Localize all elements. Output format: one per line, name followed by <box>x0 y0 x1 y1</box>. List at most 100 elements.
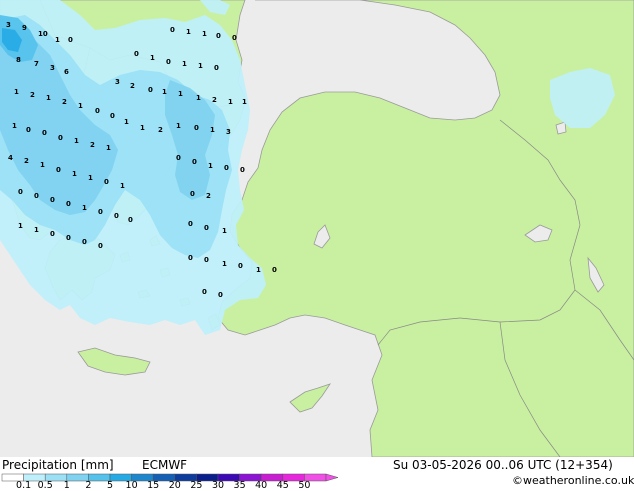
precip-value-label: 1 <box>182 60 187 68</box>
precip-value-label: 1 <box>210 126 215 134</box>
precip-value-label: 0 <box>214 64 219 72</box>
precip-value-label: 1 <box>208 162 213 170</box>
precip-value-label: 1 <box>74 137 79 145</box>
scale-tick-label: 40 <box>255 480 268 491</box>
scale-tick-label: 0.1 <box>16 480 32 491</box>
precip-value-label: 0 <box>240 166 245 174</box>
scale-tick-label: 45 <box>276 480 289 491</box>
precip-value-label: 0 <box>190 190 195 198</box>
precip-value-label: 0 <box>56 166 61 174</box>
footer-bar: Precipitation [mm] ECMWF Su 03-05-2026 0… <box>0 457 634 491</box>
precip-value-label: 10 <box>38 30 48 38</box>
scale-tick-label: 20 <box>168 480 181 491</box>
precip-value-label: 2 <box>62 98 67 106</box>
precip-value-label: 1 <box>34 226 39 234</box>
scale-tick-label: 0.5 <box>37 480 53 491</box>
precip-value-label: 0 <box>218 291 223 299</box>
precip-value-label: 0 <box>66 234 71 242</box>
precip-value-label: 1 <box>40 161 45 169</box>
precip-value-label: 0 <box>204 256 209 264</box>
precip-value-label: 2 <box>24 157 29 165</box>
precip-value-label: 3 <box>6 21 11 29</box>
precip-value-label: 0 <box>148 86 153 94</box>
precip-value-label: 0 <box>204 224 209 232</box>
precip-value-label: 0 <box>194 124 199 132</box>
scale-tick-label: 30 <box>211 480 225 491</box>
precip-value-label: 1 <box>198 62 203 70</box>
precip-value-label: 0 <box>170 26 175 34</box>
scale-tick-label: 35 <box>233 480 246 491</box>
precip-value-label: 0 <box>66 200 71 208</box>
precip-value-label: 0 <box>224 164 229 172</box>
precip-value-label: 0 <box>18 188 23 196</box>
precip-value-label: 1 <box>186 28 191 36</box>
precip-value-label: 0 <box>166 58 171 66</box>
precip-value-label: 1 <box>162 88 167 96</box>
valid-datetime: Su 03-05-2026 00..06 UTC (12+354) <box>393 458 613 472</box>
copyright-link[interactable]: ©weatheronline.co.uk <box>512 474 634 487</box>
precip-value-label: 8 <box>16 56 21 64</box>
precip-value-label: 1 <box>88 174 93 182</box>
precip-value-label: 0 <box>232 34 237 42</box>
precip-value-label: 0 <box>50 230 55 238</box>
precip-value-label: 9 <box>22 24 27 32</box>
precip-value-label: 4 <box>8 154 13 162</box>
precip-value-label: 1 <box>176 122 181 130</box>
precip-value-label: 0 <box>114 212 119 220</box>
precip-value-label: 0 <box>238 262 243 270</box>
precip-value-label: 1 <box>18 222 23 230</box>
scale-arrow <box>325 473 339 482</box>
precip-value-label: 2 <box>130 82 135 90</box>
scale-tick-label: 5 <box>106 480 114 491</box>
precip-value-label: 1 <box>14 88 19 96</box>
precip-value-label: 1 <box>228 98 233 106</box>
precip-value-label: 1 <box>78 102 83 110</box>
precip-value-label: 3 <box>50 64 55 72</box>
precip-value-label: 0 <box>192 158 197 166</box>
precip-value-label: 1 <box>222 227 227 235</box>
precipitation-map: 3 9101 08 7 3 61 2 1 2 10011 23 2 0 1 1 1 2 1 10 1 1 0 00 1 0 1 1 0… <box>0 0 634 457</box>
precip-value-label: 1 <box>72 170 77 178</box>
precip-value-label: 0 <box>202 288 207 296</box>
precip-value-label: 1 <box>196 94 201 102</box>
precip-value-label: 0 <box>50 196 55 204</box>
scale-tick-label: 1 <box>63 480 70 491</box>
precip-value-label: 0 <box>104 178 109 186</box>
precip-value-label: 1 <box>150 54 155 62</box>
precip-value-label: 1 <box>55 36 60 44</box>
precip-value-label: 3 <box>115 78 120 86</box>
precip-value-label: 1 <box>178 90 183 98</box>
precip-value-label: 0 <box>134 50 139 58</box>
precip-value-label: 0 <box>110 112 115 120</box>
precip-value-label: 0 <box>98 242 103 250</box>
precip-value-label: 0 <box>82 238 87 246</box>
precip-value-label: 2 <box>30 91 35 99</box>
precip-value-label: 1 <box>222 260 227 268</box>
precip-value-label: 1 <box>202 30 207 38</box>
precip-value-label: 1 <box>120 182 125 190</box>
precip-value-label: 0 <box>188 254 193 262</box>
precip-value-label: 0 <box>26 126 31 134</box>
precip-value-label: 1 <box>12 122 17 130</box>
precip-value-label: 1 <box>82 204 87 212</box>
scale-tick-label: 25 <box>190 480 203 491</box>
precip-value-label: 0 <box>128 216 133 224</box>
precip-value-label: 3 <box>226 128 231 136</box>
precip-value-label: 0 <box>98 208 103 216</box>
precip-value-label: 1 <box>46 94 51 102</box>
scale-tick-label: 50 <box>298 480 311 491</box>
precip-value-label: 0 <box>58 134 63 142</box>
precip-value-label: 0 <box>68 36 73 44</box>
precip-value-label: 0 <box>272 266 277 274</box>
precip-value-label: 1 <box>256 266 261 274</box>
model-name: ECMWF <box>142 458 188 472</box>
precip-value-label: 0 <box>95 107 100 115</box>
precip-value-label: 0 <box>188 220 193 228</box>
precip-value-label: 2 <box>212 96 217 104</box>
precip-value-label: 0 <box>176 154 181 162</box>
map-title: Precipitation [mm] <box>2 458 114 472</box>
scale-tick-label: 15 <box>147 480 160 491</box>
precip-value-label: 6 <box>64 68 69 76</box>
scale-tick-label: 2 <box>85 480 92 491</box>
precip-value-label: 1 <box>106 144 111 152</box>
